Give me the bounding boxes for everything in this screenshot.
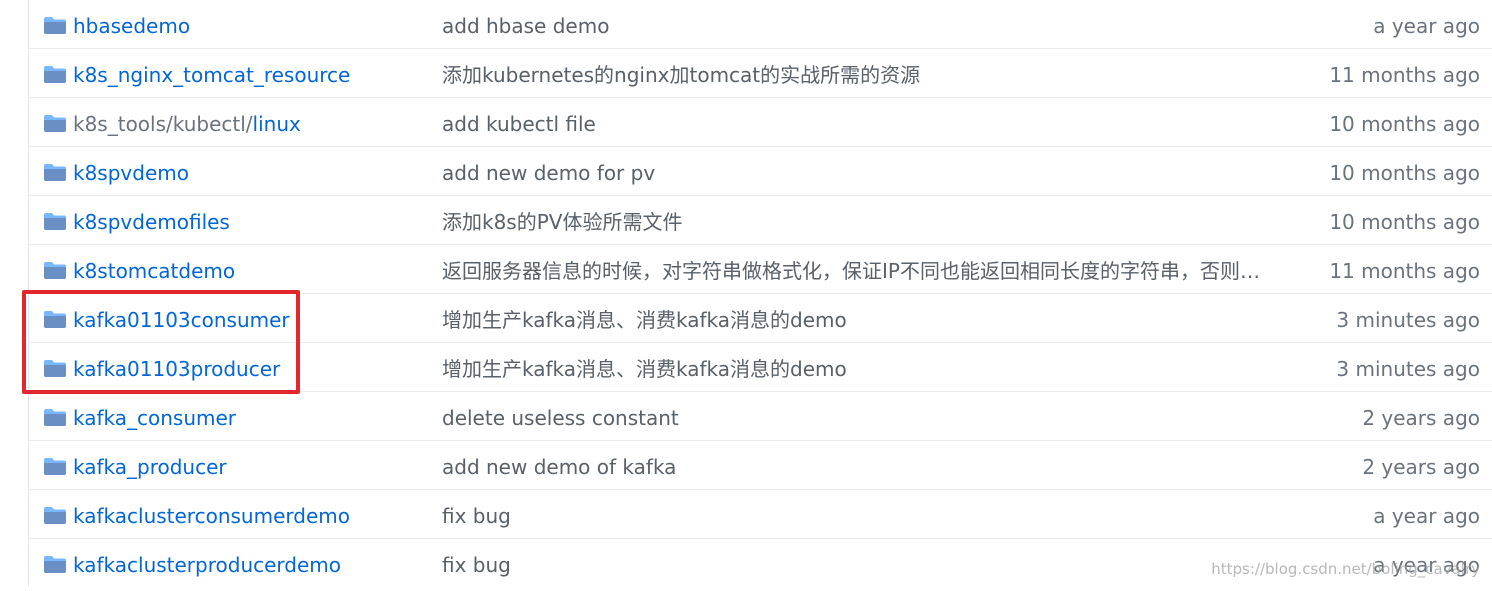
folder-name[interactable]: linux [253,112,301,136]
commit-message[interactable]: 返回服务器信息的时候，对字符串做格式化，保证IP不同也能返回相同长度的字符串，否… [442,245,1302,297]
folder-icon [44,360,66,377]
file-list: hbasedemo add hbase demo a year ago k8s_… [28,0,1492,586]
table-row: k8s_nginx_tomcat_resource 添加kubernetes的n… [29,49,1492,98]
table-row: k8spvdemofiles 添加k8s的PV体验所需文件 10 months … [29,196,1492,245]
folder-name[interactable]: kafka01103producer [73,357,280,381]
folder-link[interactable]: kafka_producer [73,441,227,493]
commit-age: 10 months ago [1329,196,1480,248]
commit-age: 11 months ago [1329,245,1480,297]
commit-age: a year ago [1373,539,1480,591]
commit-age: 2 years ago [1362,392,1480,444]
commit-message[interactable]: delete useless constant [442,392,1302,444]
table-row: kafka01103producer 增加生产kafka消息、消费kafka消息… [29,343,1492,392]
commit-message[interactable]: 添加k8s的PV体验所需文件 [442,196,1302,248]
folder-icon [44,115,66,132]
folder-link[interactable]: kafkaclusterproducerdemo [73,539,341,591]
folder-icon [44,507,66,524]
folder-link[interactable]: kafka01103consumer [73,294,290,346]
table-row: kafka_consumer delete useless constant 2… [29,392,1492,441]
folder-link[interactable]: kafka_consumer [73,392,236,444]
folder-icon [44,556,66,573]
table-row: k8stomcatdemo 返回服务器信息的时候，对字符串做格式化，保证IP不同… [29,245,1492,294]
commit-message[interactable]: fix bug [442,490,1302,542]
folder-icon [44,311,66,328]
table-row: kafka_producer add new demo of kafka 2 y… [29,441,1492,490]
folder-icon [44,458,66,475]
table-row: k8s_tools/kubectl/linux add kubectl file… [29,98,1492,147]
folder-icon [44,409,66,426]
folder-name[interactable]: k8stomcatdemo [73,259,235,283]
folder-name[interactable]: kafkaclusterconsumerdemo [73,504,350,528]
path-prefix[interactable]: k8s_tools/kubectl/ [73,112,253,136]
commit-age: a year ago [1373,490,1480,542]
folder-icon [44,164,66,181]
folder-link[interactable]: kafka01103producer [73,343,280,395]
commit-message[interactable]: 增加生产kafka消息、消费kafka消息的demo [442,343,1302,395]
folder-link[interactable]: k8spvdemo [73,147,189,199]
folder-link[interactable]: kafkaclusterconsumerdemo [73,490,350,542]
folder-name[interactable]: k8spvdemo [73,161,189,185]
commit-age: 2 years ago [1362,441,1480,493]
folder-icon [44,66,66,83]
commit-message[interactable]: add new demo for pv [442,147,1302,199]
commit-message[interactable]: 增加生产kafka消息、消费kafka消息的demo [442,294,1302,346]
folder-name[interactable]: kafka_producer [73,455,227,479]
commit-message[interactable]: 添加kubernetes的nginx加tomcat的实战所需的资源 [442,49,1302,101]
commit-age: 10 months ago [1329,147,1480,199]
commit-age: a year ago [1373,0,1480,52]
table-row: hbasedemo add hbase demo a year ago [29,0,1492,49]
folder-name[interactable]: k8s_nginx_tomcat_resource [73,63,350,87]
commit-age: 3 minutes ago [1336,343,1480,395]
commit-message[interactable]: add new demo of kafka [442,441,1302,493]
table-row: kafkaclusterconsumerdemo fix bug a year … [29,490,1492,539]
folder-link[interactable]: hbasedemo [73,0,190,52]
folder-name[interactable]: kafka_consumer [73,406,236,430]
folder-name[interactable]: k8spvdemofiles [73,210,230,234]
table-row: k8spvdemo add new demo for pv 10 months … [29,147,1492,196]
commit-age: 11 months ago [1329,49,1480,101]
commit-age: 10 months ago [1329,98,1480,150]
commit-message[interactable]: fix bug [442,539,1302,591]
folder-icon [44,262,66,279]
table-row: kafka01103consumer 增加生产kafka消息、消费kafka消息… [29,294,1492,343]
folder-name[interactable]: kafka01103consumer [73,308,290,332]
commit-message[interactable]: add hbase demo [442,0,1302,52]
table-row: kafkaclusterproducerdemo fix bug a year … [29,539,1492,588]
folder-name[interactable]: hbasedemo [73,14,190,38]
folder-icon [44,17,66,34]
folder-link[interactable]: k8stomcatdemo [73,245,235,297]
folder-link[interactable]: k8s_tools/kubectl/linux [73,98,301,150]
commit-message[interactable]: add kubectl file [442,98,1302,150]
folder-link[interactable]: k8spvdemofiles [73,196,230,248]
commit-age: 3 minutes ago [1336,294,1480,346]
folder-icon [44,213,66,230]
folder-name[interactable]: kafkaclusterproducerdemo [73,553,341,577]
folder-link[interactable]: k8s_nginx_tomcat_resource [73,49,350,101]
